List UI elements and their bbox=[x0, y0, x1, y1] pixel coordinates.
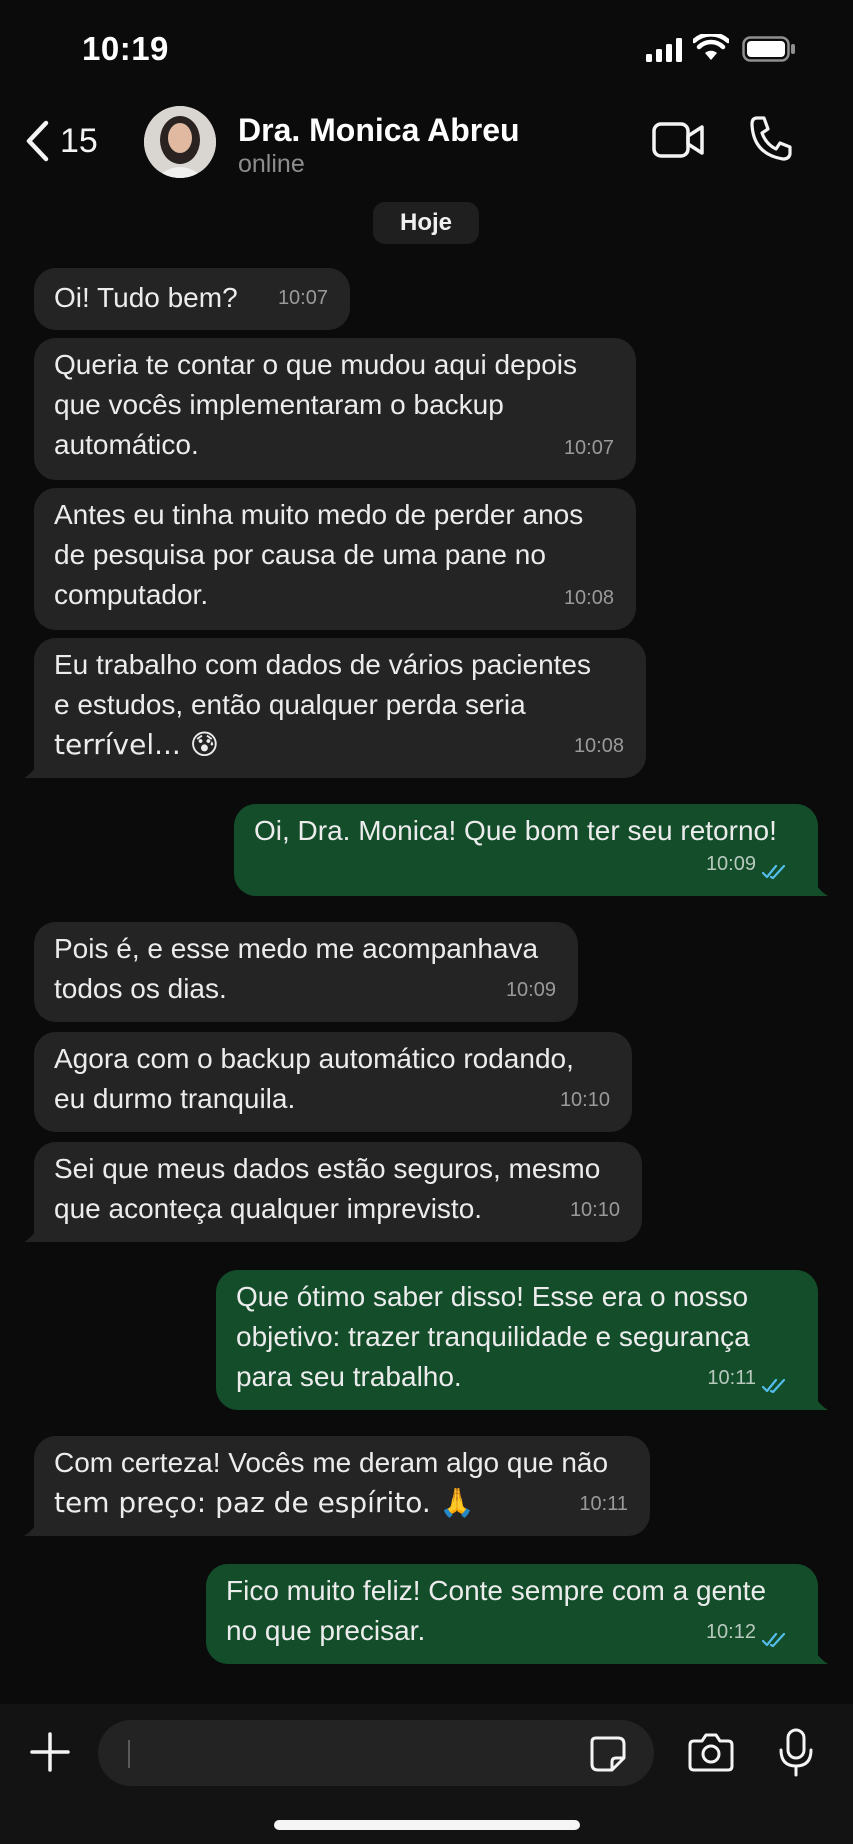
avatar[interactable] bbox=[144, 106, 216, 178]
message-time: 10:10 bbox=[559, 1089, 610, 1111]
video-call-icon[interactable] bbox=[652, 120, 706, 160]
phone-icon[interactable] bbox=[748, 114, 792, 162]
message-time: 10:09 bbox=[505, 979, 556, 1001]
status-time: 10:19 bbox=[82, 30, 169, 67]
contact-photo bbox=[144, 106, 216, 178]
message-line: que vocês implementaram o backup bbox=[54, 389, 504, 420]
message-line: e estudos, então qualquer perda seria bbox=[54, 689, 526, 720]
message-time: 10:09 bbox=[705, 853, 756, 875]
message-line: tem preço: paz de espírito. 🙏 bbox=[54, 1486, 475, 1519]
incoming-message[interactable]: Eu trabalho com dados de vários paciente… bbox=[24, 638, 646, 778]
message-line: Agora com o backup automático rodando, bbox=[54, 1043, 574, 1074]
incoming-message[interactable]: Antes eu tinha muito medo de perder anos… bbox=[34, 488, 636, 630]
message-line: Eu trabalho com dados de vários paciente… bbox=[54, 649, 591, 680]
message-line: de pesquisa por causa de uma pane no bbox=[54, 539, 546, 570]
message-line: automático. bbox=[54, 429, 199, 460]
message-line: todos os dias. bbox=[54, 973, 227, 1004]
message-line: Com certeza! Vocês me deram algo que não bbox=[54, 1447, 609, 1478]
message-list[interactable]: Hoje Oi! Tudo bem? 10:07 Queria te conta… bbox=[0, 198, 853, 1704]
contact-status: online bbox=[238, 150, 305, 178]
battery-icon bbox=[742, 36, 795, 62]
bubble-tail bbox=[24, 762, 38, 778]
incoming-message[interactable]: Sei que meus dados estão seguros, mesmo … bbox=[24, 1142, 642, 1242]
message-line: Fico muito feliz! Conte sempre com a gen… bbox=[226, 1575, 767, 1606]
message-time: 10:08 bbox=[573, 735, 624, 757]
message-line: terrível... 😰 bbox=[54, 728, 219, 761]
outgoing-message[interactable]: Oi, Dra. Monica! Que bom ter seu retorno… bbox=[234, 804, 828, 896]
incoming-message[interactable]: Oi! Tudo bem? 10:07 bbox=[34, 268, 350, 330]
message-line: eu durmo tranquila. bbox=[54, 1083, 296, 1114]
microphone-icon[interactable] bbox=[778, 1728, 814, 1778]
message-time: 10:12 bbox=[705, 1621, 756, 1643]
message-line: Sei que meus dados estão seguros, mesmo bbox=[54, 1153, 601, 1184]
incoming-message[interactable]: Com certeza! Vocês me deram algo que não… bbox=[24, 1436, 650, 1536]
incoming-message[interactable]: Agora com o backup automático rodando, e… bbox=[34, 1032, 632, 1132]
chevron-left-icon bbox=[26, 120, 49, 162]
status-bar: 10:19 bbox=[0, 0, 853, 100]
read-receipt-icon bbox=[762, 1378, 786, 1394]
message-line: computador. bbox=[54, 579, 209, 610]
camera-icon[interactable] bbox=[688, 1732, 734, 1772]
bubble-tail bbox=[24, 1226, 38, 1242]
composer-bar bbox=[0, 1704, 853, 1844]
bubble-tail bbox=[24, 1520, 38, 1536]
message-time: 10:07 bbox=[563, 437, 614, 459]
message-line: Que ótimo saber disso! Esse era o nosso bbox=[236, 1281, 749, 1312]
bubble-tail bbox=[814, 1648, 828, 1664]
back-button[interactable]: 15 bbox=[24, 116, 98, 166]
message-line: que aconteça qualquer imprevisto. bbox=[54, 1193, 483, 1224]
incoming-message[interactable]: Pois é, e esse medo me acompanhava todos… bbox=[34, 922, 578, 1022]
contact-name[interactable]: Dra. Monica Abreu bbox=[238, 112, 520, 149]
cellular-signal-icon bbox=[646, 38, 682, 62]
outgoing-message[interactable]: Fico muito feliz! Conte sempre com a gen… bbox=[206, 1564, 828, 1664]
incoming-message[interactable]: Queria te contar o que mudou aqui depois… bbox=[34, 338, 636, 480]
message-time: 10:08 bbox=[563, 587, 614, 609]
read-receipt-icon bbox=[762, 864, 786, 880]
wifi-icon bbox=[693, 34, 729, 60]
bubble-tail bbox=[814, 880, 828, 896]
message-line: Queria te contar o que mudou aqui depois bbox=[54, 349, 578, 380]
chat-header: 15 Dra. Monica Abreu online bbox=[0, 100, 853, 198]
date-separator: Hoje bbox=[373, 202, 479, 244]
message-time: 10:11 bbox=[707, 1367, 756, 1389]
message-time: 10:11 bbox=[579, 1493, 628, 1515]
message-time: 10:10 bbox=[569, 1199, 620, 1221]
unread-count: 15 bbox=[60, 121, 98, 160]
sticker-icon[interactable] bbox=[588, 1734, 628, 1774]
outgoing-message[interactable]: Que ótimo saber disso! Esse era o nosso … bbox=[216, 1270, 828, 1410]
message-line: objetivo: trazer tranquilidade e seguran… bbox=[236, 1321, 750, 1352]
text-caret bbox=[128, 1740, 130, 1768]
home-indicator[interactable] bbox=[274, 1820, 580, 1830]
read-receipt-icon bbox=[762, 1632, 786, 1648]
bubble-tail bbox=[814, 1394, 828, 1410]
message-line: Pois é, e esse medo me acompanhava bbox=[54, 933, 539, 964]
plus-icon[interactable] bbox=[28, 1730, 72, 1774]
message-input[interactable] bbox=[98, 1720, 654, 1786]
message-time: 10:07 bbox=[277, 287, 328, 309]
message-line: Antes eu tinha muito medo de perder anos bbox=[54, 499, 584, 530]
